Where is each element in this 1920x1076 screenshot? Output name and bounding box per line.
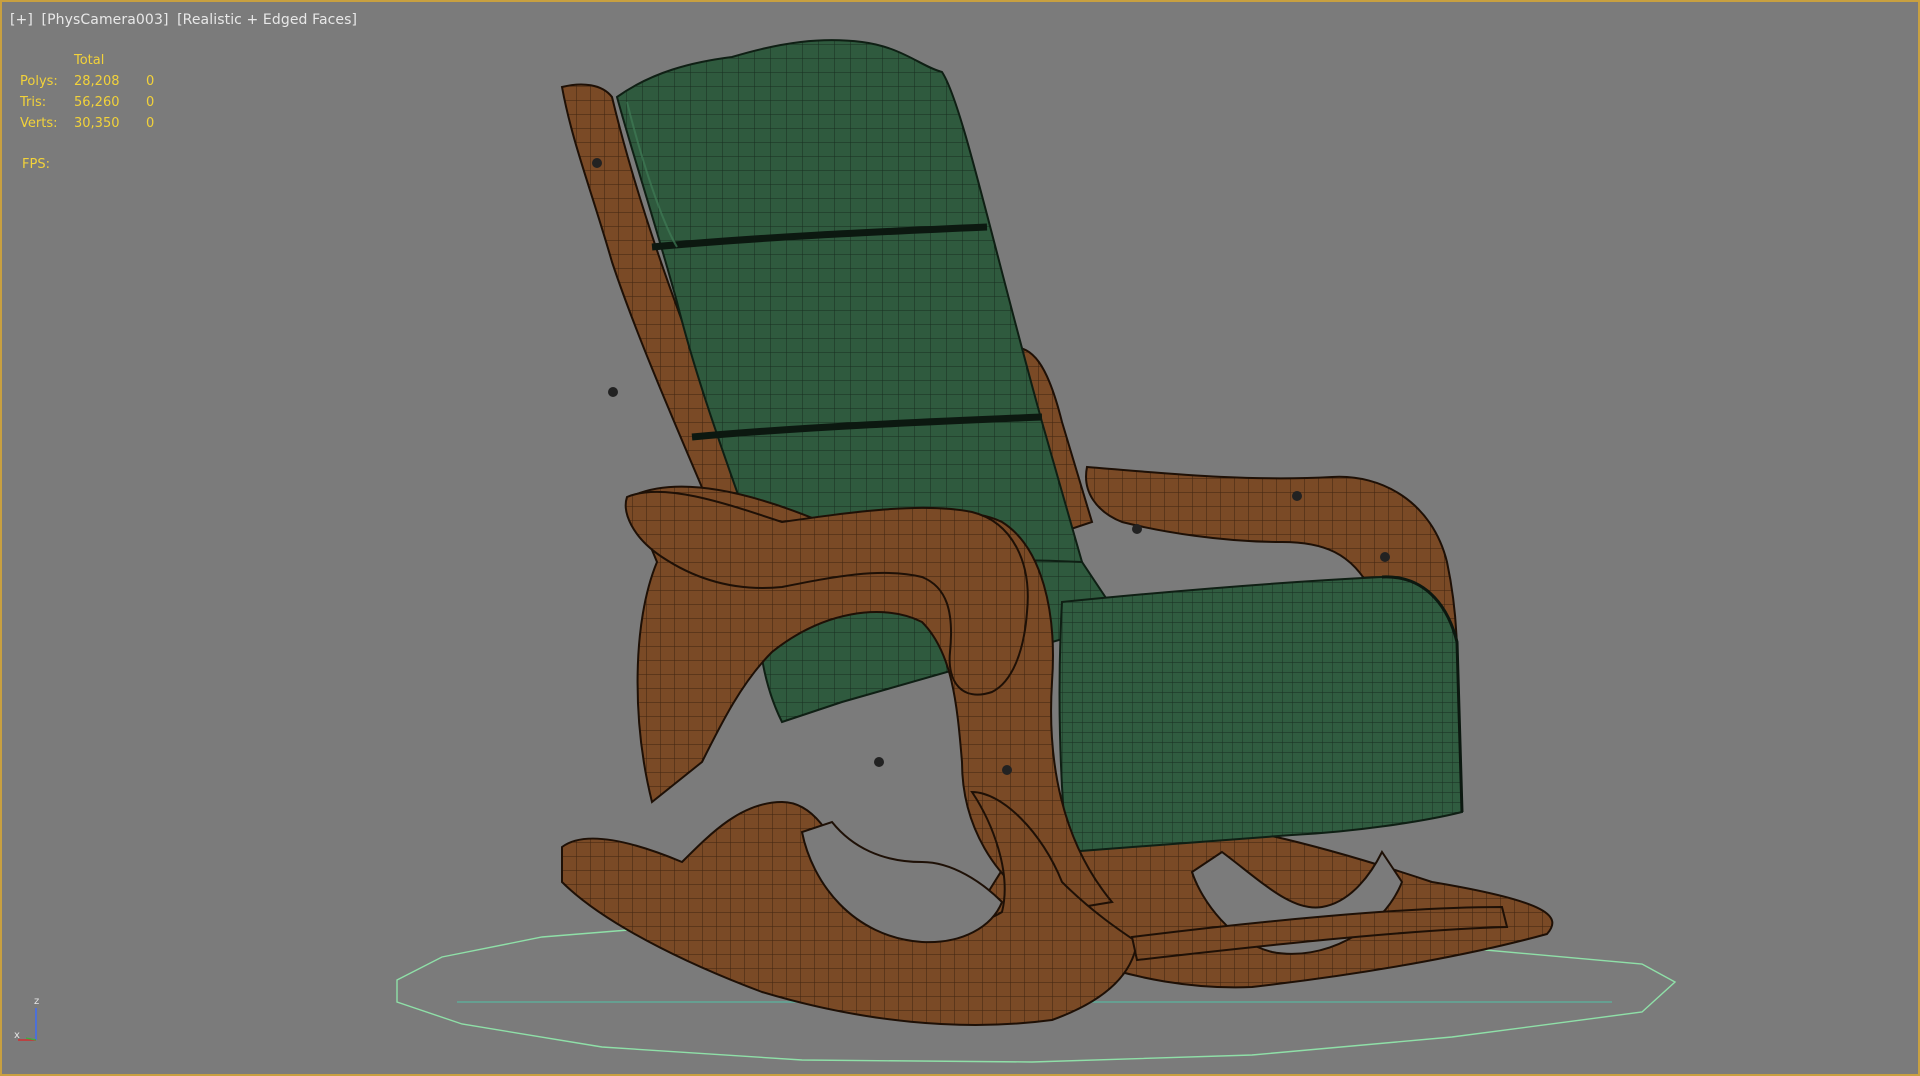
footrest-cushion[interactable] [1058,575,1464,854]
stats-selected: 0 [146,95,155,110]
axis-z-label: z [34,996,39,1007]
stats-label: Tris: [20,95,47,110]
viewport-shading-label[interactable]: [Realistic + Edged Faces] [177,12,357,28]
stats-label: Verts: [20,116,58,131]
stats-selected: 0 [146,74,155,89]
viewport-camera-label[interactable]: [PhysCamera003] [42,12,169,28]
statistics-overlay: Total Polys: 28,208 0 Tris: 56,260 0 Ver… [20,50,176,134]
viewport-label[interactable]: [+] [PhysCamera003] [Realistic + Edged F… [10,12,361,28]
axis-x-label: x [14,1030,20,1041]
stats-header-total: Total [74,53,105,68]
scene-canvas[interactable] [2,2,1918,1074]
viewport-menu-button[interactable]: [+] [10,12,33,28]
stats-total: 28,208 [74,74,120,89]
viewport-perspective[interactable]: [+] [PhysCamera003] [Realistic + Edged F… [0,0,1920,1076]
stats-row-tris: Tris: 56,260 0 [20,92,176,113]
fps-label: FPS: [22,157,50,172]
stats-total: 56,260 [74,95,120,110]
stats-row-polys: Polys: 28,208 0 [20,71,176,92]
stats-total: 30,350 [74,116,120,131]
stats-row-verts: Verts: 30,350 0 [20,113,176,134]
stats-label: Polys: [20,74,58,89]
stats-selected: 0 [146,116,155,131]
axis-tripod-icon: z x [14,996,39,1041]
